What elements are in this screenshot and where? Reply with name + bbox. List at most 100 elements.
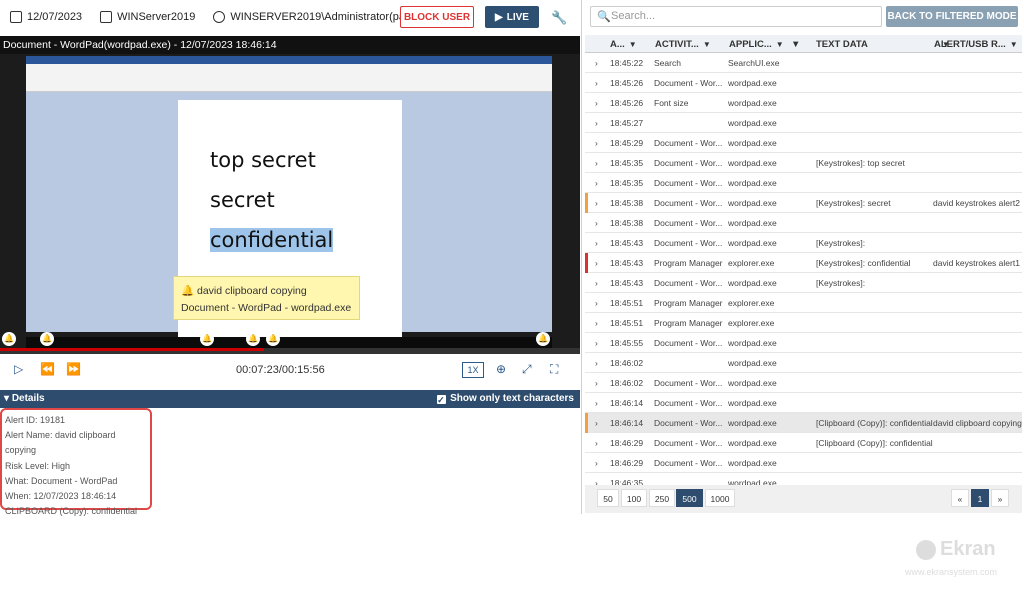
cell-application: wordpad.exe [728,418,777,428]
bell-icon[interactable]: 🔔 [200,332,214,346]
brand-logo: Ekran [916,538,996,561]
col-time[interactable]: A... ▼ [610,39,637,50]
expand-icon[interactable]: › [595,178,598,188]
back-to-filtered-button[interactable]: BACK TO FILTERED MODE [886,6,1018,27]
table-row[interactable]: › 18:45:43 Document - Wor... wordpad.exe [Ke… [585,273,1022,293]
table-row[interactable]: › 18:46:29 Document - Wor... wordpad.exe [Cl… [585,433,1022,453]
page-size-option[interactable]: 100 [621,489,647,507]
video-player[interactable]: top secret secret confidential 🔔 david c… [0,54,580,354]
table-row[interactable]: › 18:45:51 Program Manager explorer.exe [585,313,1022,333]
table-row[interactable]: › 18:45:26 Document - Wor... wordpad.exe [585,73,1022,93]
expand-icon[interactable]: › [595,78,598,88]
show-text-toggle[interactable]: Show only text characters [437,390,574,409]
wrench-icon[interactable]: 🔧 [551,10,567,26]
zoom-icon[interactable]: ⊕ [496,362,506,376]
block-user-button[interactable]: BLOCK USER [400,6,474,28]
table-row[interactable]: › 18:45:43 Document - Wor... wordpad.exe [Ke… [585,233,1022,253]
bell-icon[interactable]: 🔔 [2,332,16,346]
checkbox[interactable] [437,391,447,409]
bell-icon[interactable]: 🔔 [40,332,54,346]
expand-icon[interactable]: › [595,418,598,428]
details-header[interactable]: ▾ Details Show only text characters [0,390,580,409]
table-row[interactable]: › 18:46:29 Document - Wor... wordpad.exe [585,453,1022,473]
alert-id: Alert ID: 19181 [5,415,66,425]
col-alert[interactable]: ALERT/USB R... ▼ [934,39,1018,50]
expand-icon[interactable]: › [595,298,598,308]
table-row[interactable]: › 18:45:22 Search SearchUI.exe [585,53,1022,73]
expand-icon[interactable]: › [595,198,598,208]
table-row[interactable]: › 18:46:14 Document - Wor... wordpad.exe [585,393,1022,413]
expand-icon[interactable]: › [595,318,598,328]
search-input[interactable]: Search... [590,6,882,27]
fullscreen-icon[interactable]: ⛶ [550,362,558,377]
expand-icon[interactable]: › [595,278,598,288]
table-row[interactable]: › 18:46:35 wordpad.exe [585,473,1022,485]
cell-alert: david keystrokes alert2 [933,198,1020,208]
table-row[interactable]: › 18:45:55 Document - Wor... wordpad.exe [585,333,1022,353]
expand-icon[interactable]: › [595,478,598,485]
page-size-option-active[interactable]: 500 [676,489,703,507]
speed-button[interactable]: 1X [462,362,484,378]
expand-icon[interactable]: › [595,458,598,468]
col-activity[interactable]: ACTIVIT... ▼ [655,39,711,50]
expand-icon[interactable]: › [595,118,598,128]
expand-icon[interactable]: › [595,218,598,228]
rewind-icon[interactable]: ⏪ [40,362,55,376]
expand-icon[interactable]: ⤢ [522,362,532,377]
table-row[interactable]: › 18:45:35 Document - Wor... wordpad.exe [585,173,1022,193]
filter-icon[interactable]: ▼ [791,39,800,50]
current-page[interactable]: 1 [971,489,989,507]
expand-icon[interactable]: › [595,58,598,68]
expand-icon[interactable]: › [595,378,598,388]
expand-icon[interactable]: › [595,338,598,348]
table-row[interactable]: › 18:45:38 Document - Wor... wordpad.exe [585,213,1022,233]
next-page-button[interactable]: » [991,489,1009,507]
col-application[interactable]: APPLIC... ▼ [729,39,784,50]
table-row[interactable]: › 18:45:35 Document - Wor... wordpad.exe [Ke… [585,153,1022,173]
cell-time: 18:45:22 [610,58,644,68]
table-row[interactable]: › 18:45:29 Document - Wor... wordpad.exe [585,133,1022,153]
cell-time: 18:45:55 [610,338,644,348]
live-button[interactable]: ▶ LIVE [485,6,539,28]
table-row[interactable]: › 18:45:27 wordpad.exe [585,113,1022,133]
table-row[interactable]: › 18:46:02 wordpad.exe [585,353,1022,373]
page-size-option[interactable]: 50 [597,489,619,507]
forward-icon[interactable]: ⏩ [66,362,81,376]
cell-activity: Program Manager [654,318,723,328]
cell-application: wordpad.exe [728,458,777,468]
cell-time: 18:45:29 [610,138,644,148]
alert-name: Alert Name: david clipboard copying [5,430,116,456]
page-size-option[interactable]: 250 [649,489,675,507]
col-text-data[interactable]: TEXT DATA ▼ [816,39,950,50]
bell-icon[interactable]: 🔔 [536,332,550,346]
expand-icon[interactable]: › [595,158,598,168]
table-row[interactable]: › 18:45:38 Document - Wor... wordpad.exe [Ke… [585,193,1022,213]
cell-time: 18:45:38 [610,218,644,228]
taskbar [26,337,552,348]
expand-icon[interactable]: › [595,438,598,448]
bell-icon[interactable]: 🔔 [246,332,260,346]
tooltip-title: 🔔 david clipboard copying [181,285,307,297]
expand-icon[interactable]: › [595,358,598,368]
table-row[interactable]: › 18:45:51 Program Manager explorer.exe [585,293,1022,313]
expand-icon[interactable]: › [595,138,598,148]
table-header: A... ▼ ACTIVIT... ▼ APPLIC... ▼ ▼ TEXT DATA… [585,35,1022,53]
table-row[interactable]: › 18:45:26 Font size wordpad.exe [585,93,1022,113]
cell-activity: Document - Wor... [654,158,723,168]
expand-icon[interactable]: › [595,398,598,408]
page-size-option[interactable]: 1000 [705,489,735,507]
cell-alert: david keystrokes alert1 [933,258,1020,268]
timeline[interactable] [0,348,580,354]
cell-activity: Document - Wor... [654,178,723,188]
play-icon[interactable]: ▷ [14,362,23,376]
table-row[interactable]: › 18:46:14 Document - Wor... wordpad.exe [Cl… [585,413,1022,433]
alert-clipboard: CLIPBOARD (Copy): confidential [5,506,138,517]
table-row[interactable]: › 18:45:43 Program Manager explorer.exe [Key… [585,253,1022,273]
prev-page-button[interactable]: « [951,489,969,507]
expand-icon[interactable]: › [595,258,598,268]
bell-icon[interactable]: 🔔 [266,332,280,346]
expand-icon[interactable]: › [595,238,598,248]
cell-activity: Document - Wor... [654,398,723,408]
table-row[interactable]: › 18:46:02 Document - Wor... wordpad.exe [585,373,1022,393]
expand-icon[interactable]: › [595,98,598,108]
